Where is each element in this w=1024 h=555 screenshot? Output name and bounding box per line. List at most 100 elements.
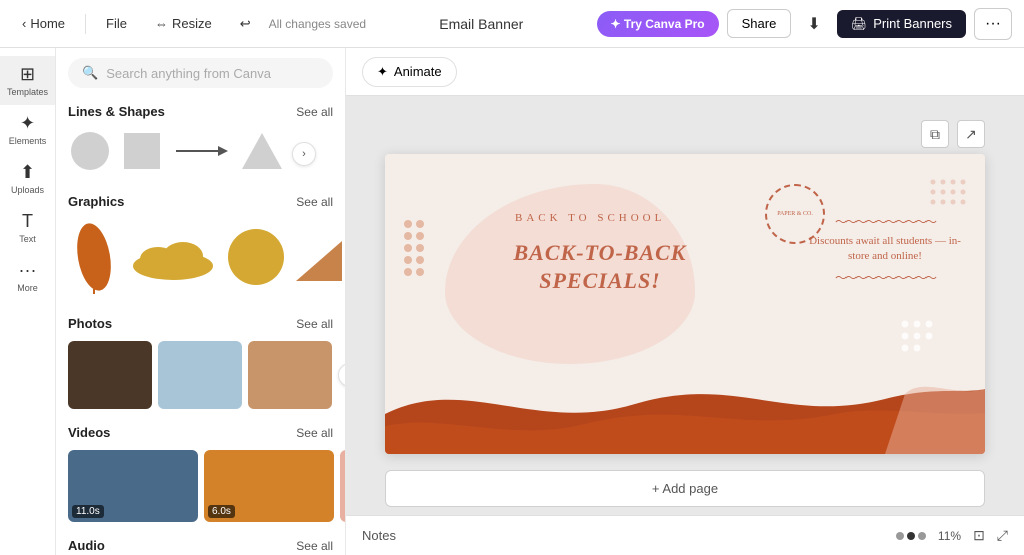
download-icon: ⬇ xyxy=(807,16,820,33)
triangle-shape[interactable] xyxy=(240,129,284,178)
animate-label: Animate xyxy=(394,64,442,79)
main-area: ⊞ Templates ✦ Elements ⬆ Uploads T Text … xyxy=(0,48,1024,555)
templates-label: Templates xyxy=(7,87,48,97)
graphics-grid: › xyxy=(68,219,333,300)
home-label: Home xyxy=(30,16,65,31)
uploads-label: Uploads xyxy=(11,185,44,195)
section-header-graphics: Graphics See all xyxy=(68,194,333,209)
discount-box: 〜〜〜〜〜〜〜〜〜〜 Discounts await all students … xyxy=(805,209,965,290)
graphics-title: Graphics xyxy=(68,194,124,209)
videos-see-all[interactable]: See all xyxy=(296,426,333,440)
topbar-center: Email Banner xyxy=(374,16,588,32)
square-shape[interactable] xyxy=(120,129,164,178)
photos-see-all[interactable]: See all xyxy=(296,317,333,331)
video-item-1[interactable]: 11.0s xyxy=(68,450,198,522)
photos-next-button[interactable]: › xyxy=(338,363,346,387)
text-label: Text xyxy=(19,234,36,244)
section-header-audio: Audio See all xyxy=(68,538,333,553)
fullscreen-button[interactable]: ⤢ xyxy=(997,527,1008,544)
animate-button[interactable]: ✦ Animate xyxy=(362,57,457,87)
audio-title: Audio xyxy=(68,538,105,553)
search-icon: 🔍 xyxy=(82,65,98,81)
zoom-level: 11% xyxy=(938,529,961,543)
sidebar-item-elements[interactable]: ✦ Elements xyxy=(0,105,55,154)
sidebar-item-uploads[interactable]: ⬆ Uploads xyxy=(0,154,55,203)
audio-see-all[interactable]: See all xyxy=(296,539,333,553)
dots-bottom-right xyxy=(895,314,955,374)
share-label: Share xyxy=(742,16,777,31)
headline-line2: SPECIALS! xyxy=(539,268,661,293)
circle-graphic[interactable] xyxy=(226,227,286,292)
headline-line1: BACK-TO-BACK xyxy=(514,240,687,265)
chevron-left-icon: ‹ xyxy=(22,16,26,31)
notes-label: Notes xyxy=(362,528,396,543)
download-button[interactable]: ⬇ xyxy=(799,8,828,40)
canvas-frame[interactable]: BACK TO SCHOOL BACK-TO-BACK SPECIALS! PA… xyxy=(385,154,985,454)
circle-shape[interactable] xyxy=(68,129,112,178)
wavy-line-top: 〜〜〜〜〜〜〜〜〜〜 xyxy=(805,213,965,230)
videos-grid: 11.0s 6.0s › xyxy=(68,450,333,522)
video-duration-2: 6.0s xyxy=(208,505,235,518)
photo-item-2[interactable] xyxy=(158,341,242,409)
sidebar-item-text[interactable]: T Text xyxy=(0,203,55,252)
bottom-bar: Notes 11% ⊡ ⤢ xyxy=(346,515,1024,555)
photo-item-3[interactable] xyxy=(248,341,332,409)
copy-icon: ⧉ xyxy=(930,126,940,143)
shapes-title: Lines & Shapes xyxy=(68,104,165,119)
audio-section: Audio See all Happy Whistling Ukulele xyxy=(56,532,345,555)
wavy-line-bottom: 〜〜〜〜〜〜〜〜〜〜 xyxy=(805,269,965,286)
section-header-videos: Videos See all xyxy=(68,425,333,440)
section-header-shapes: Lines & Shapes See all xyxy=(68,104,333,119)
file-button[interactable]: File xyxy=(96,10,137,37)
photos-title: Photos xyxy=(68,316,112,331)
shapes-next-button[interactable]: › xyxy=(292,142,316,166)
back-to-school-text: BACK TO SCHOOL xyxy=(515,212,665,224)
leaf-graphic[interactable] xyxy=(68,219,120,300)
add-page-button[interactable]: + Add page xyxy=(385,470,985,507)
canvas-top-icons: ⧉ ↗ xyxy=(385,120,985,148)
videos-section: Videos See all 11.0s 6.0s › xyxy=(56,419,345,532)
video-duration-1: 11.0s xyxy=(72,505,104,518)
zoom-dots xyxy=(896,532,926,540)
external-link-icon: ↗ xyxy=(965,126,977,143)
document-title: Email Banner xyxy=(439,16,523,32)
photo-item-1[interactable] xyxy=(68,341,152,409)
more-icon: ··· xyxy=(19,260,37,281)
canvas-copy-button[interactable]: ⧉ xyxy=(921,120,949,148)
animate-icon: ✦ xyxy=(377,64,388,80)
video-item-2[interactable]: 6.0s xyxy=(204,450,334,522)
search-input[interactable] xyxy=(106,66,319,81)
wedge-graphic[interactable] xyxy=(294,231,344,288)
graphics-section: Graphics See all xyxy=(56,188,345,310)
print-button[interactable]: 🖨 Print Banners xyxy=(837,10,966,38)
print-icon: 🖨 xyxy=(851,16,868,32)
elements-panel: 🔍 Lines & Shapes See all xyxy=(56,48,346,555)
sidebar-item-templates[interactable]: ⊞ Templates xyxy=(0,56,55,105)
resize-label: Resize xyxy=(172,16,212,31)
more-options-button[interactable]: ··· xyxy=(974,8,1012,40)
sidebar-icons: ⊞ Templates ✦ Elements ⬆ Uploads T Text … xyxy=(0,48,56,555)
canvas-share-button[interactable]: ↗ xyxy=(957,120,985,148)
resize-button[interactable]: ⇔ Resize xyxy=(145,10,222,37)
elements-label: Elements xyxy=(9,136,47,146)
photos-grid: › xyxy=(68,341,333,409)
cloud-graphic[interactable] xyxy=(128,231,218,288)
share-button[interactable]: Share xyxy=(727,9,792,38)
photos-section: Photos See all › xyxy=(56,310,345,419)
videos-title: Videos xyxy=(68,425,110,440)
undo-button[interactable]: ↩ xyxy=(230,10,261,38)
shapes-grid: › xyxy=(68,129,333,178)
canvas-area: ✦ Animate ⧉ ↗ xyxy=(346,48,1024,555)
dots-left xyxy=(400,214,440,299)
fit-view-button[interactable]: ⊡ xyxy=(973,527,985,544)
line-arrow-shape[interactable] xyxy=(172,129,232,178)
canva-pro-button[interactable]: ✦ Try Canva Pro xyxy=(597,11,719,37)
search-area: 🔍 xyxy=(56,48,345,98)
graphics-see-all[interactable]: See all xyxy=(296,195,333,209)
add-page-label: + Add page xyxy=(652,481,718,496)
undo-icon: ↩ xyxy=(240,16,251,32)
home-button[interactable]: ‹ Home xyxy=(12,10,75,37)
sidebar-item-more[interactable]: ··· More xyxy=(0,252,55,301)
search-box: 🔍 xyxy=(68,58,333,88)
shapes-see-all[interactable]: See all xyxy=(296,105,333,119)
